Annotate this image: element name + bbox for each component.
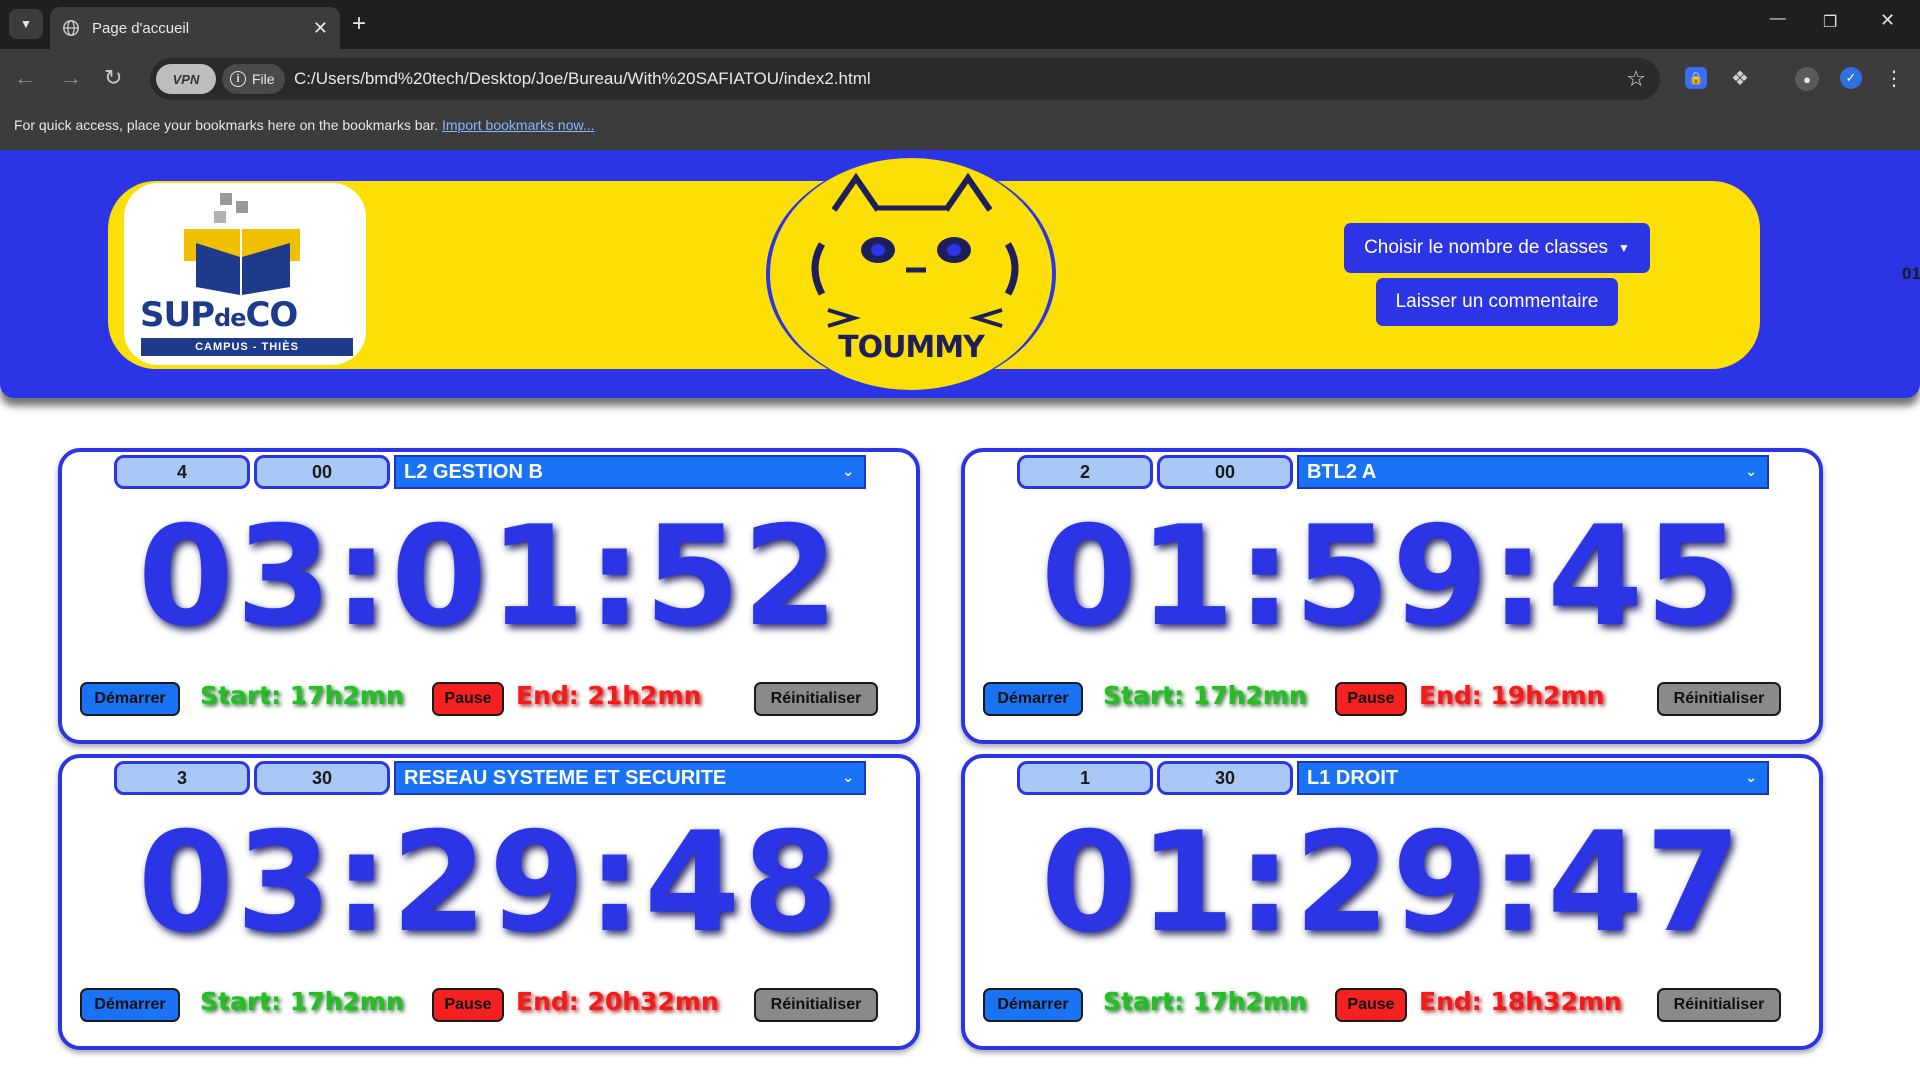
timer-card: 4 00 L2 GESTION B ⌄ 03:01:52 Démarrer St… xyxy=(58,448,920,744)
class-select[interactable]: BTL2 A ⌄ xyxy=(1297,455,1769,489)
end-time-label: End: 21h2mn xyxy=(516,681,702,710)
tab-title: Page d'accueil xyxy=(92,19,190,37)
minimize-icon[interactable]: — xyxy=(1770,10,1786,28)
class-select[interactable]: L2 GESTION B ⌄ xyxy=(394,455,866,489)
hours-input[interactable]: 1 xyxy=(1017,761,1153,795)
pause-button[interactable]: Pause xyxy=(432,988,504,1022)
start-button[interactable]: Démarrer xyxy=(80,682,180,716)
caret-down-icon: ▼ xyxy=(1618,241,1630,255)
address-bar[interactable]: VPN i File C:/Users/bmd%20tech/Desktop/J… xyxy=(150,58,1660,100)
logo-sup: SUP xyxy=(140,295,215,335)
leave-comment-button[interactable]: Laisser un commentaire xyxy=(1376,278,1618,326)
info-icon: i xyxy=(230,71,246,87)
toummy-wordmark: TOUMMY xyxy=(838,330,985,365)
browser-tab[interactable]: Page d'accueil ✕ xyxy=(50,7,340,49)
chevron-down-icon: ⌄ xyxy=(842,463,854,479)
start-time-label: Start: 17h2mn xyxy=(1103,987,1307,1016)
clock-display: 01:19 xyxy=(1902,264,1920,283)
countdown-display: 03:29:48 xyxy=(137,802,841,963)
bookmarks-hint: For quick access, place your bookmarks h… xyxy=(14,117,439,133)
class-select-value: L1 DROIT xyxy=(1307,766,1399,789)
logo-co: CO xyxy=(245,295,298,335)
restore-icon[interactable]: ❐ xyxy=(1823,12,1837,32)
file-label: File xyxy=(252,71,275,87)
class-select[interactable]: RESEAU SYSTEME ET SECURITE ⌄ xyxy=(394,761,866,795)
site-info-chip[interactable]: i File xyxy=(222,64,285,94)
hours-input[interactable]: 3 xyxy=(114,761,250,795)
vpn-badge[interactable]: VPN xyxy=(156,64,216,94)
reset-button[interactable]: Réinitialiser xyxy=(1657,682,1781,716)
class-select-value: BTL2 A xyxy=(1307,460,1377,483)
bookmark-star-icon[interactable]: ☆ xyxy=(1626,66,1646,92)
timer-card: 1 30 L1 DROIT ⌄ 01:29:47 Démarrer Start:… xyxy=(961,754,1823,1050)
forward-arrow-icon[interactable]: → xyxy=(60,65,82,91)
minutes-input[interactable]: 00 xyxy=(254,455,390,489)
url-text[interactable]: C:/Users/bmd%20tech/Desktop/Joe/Bureau/W… xyxy=(294,69,871,89)
new-tab-button[interactable]: + xyxy=(352,11,366,37)
supdeco-logo: SUPdeCO CAMPUS - THIÈS xyxy=(124,183,366,365)
start-time-label: Start: 17h2mn xyxy=(1103,681,1307,710)
choose-classes-label: Choisir le nombre de classes xyxy=(1364,237,1609,258)
countdown-display: 01:29:47 xyxy=(1040,802,1744,963)
start-time-label: Start: 17h2mn xyxy=(200,987,404,1016)
start-button[interactable]: Démarrer xyxy=(983,988,1083,1022)
end-time-label: End: 18h32mn xyxy=(1419,987,1622,1016)
reload-icon[interactable]: ↻ xyxy=(104,65,122,91)
minutes-input[interactable]: 30 xyxy=(1157,761,1293,795)
toummy-logo: TOUMMY xyxy=(766,158,1056,390)
password-manager-icon[interactable]: 🔒 xyxy=(1685,67,1707,89)
bookmarks-bar: For quick access, place your bookmarks h… xyxy=(0,109,1920,150)
extensions-icon[interactable]: ❖ xyxy=(1729,67,1751,90)
hours-input[interactable]: 4 xyxy=(114,455,250,489)
kebab-menu-icon[interactable]: ⋮ xyxy=(1883,67,1905,90)
start-time-label: Start: 17h2mn xyxy=(200,681,404,710)
browser-toolbar: ← → ↻ VPN i File C:/Users/bmd%20tech/Des… xyxy=(0,49,1920,109)
logo-de: de xyxy=(214,304,246,332)
class-select-value: L2 GESTION B xyxy=(404,460,543,483)
reset-button[interactable]: Réinitialiser xyxy=(754,988,878,1022)
timer-card: 3 30 RESEAU SYSTEME ET SECURITE ⌄ 03:29:… xyxy=(58,754,920,1050)
globe-icon xyxy=(63,20,79,36)
countdown-display: 01:59:45 xyxy=(1040,496,1744,657)
class-select-value: RESEAU SYSTEME ET SECURITE xyxy=(404,766,727,789)
logo-wordmark: SUPdeCO xyxy=(140,295,298,335)
window-close-icon[interactable]: ✕ xyxy=(1880,10,1895,31)
shield-check-icon[interactable]: ✓ xyxy=(1840,67,1862,89)
hours-input[interactable]: 2 xyxy=(1017,455,1153,489)
chevron-down-icon: ⌄ xyxy=(842,769,854,785)
minutes-input[interactable]: 30 xyxy=(254,761,390,795)
browser-tabstrip: ▼ Page d'accueil ✕ + — ❐ ✕ xyxy=(0,0,1920,49)
choose-classes-dropdown[interactable]: Choisir le nombre de classes ▼ xyxy=(1344,223,1650,273)
end-time-label: End: 19h2mn xyxy=(1419,681,1605,710)
reset-button[interactable]: Réinitialiser xyxy=(1657,988,1781,1022)
end-time-label: End: 20h32mn xyxy=(516,987,719,1016)
close-icon[interactable]: ✕ xyxy=(313,19,328,37)
pause-button[interactable]: Pause xyxy=(1335,682,1407,716)
countdown-display: 03:01:52 xyxy=(137,496,841,657)
start-button[interactable]: Démarrer xyxy=(983,682,1083,716)
profile-icon[interactable]: ● xyxy=(1795,67,1819,91)
timer-card: 2 00 BTL2 A ⌄ 01:59:45 Démarrer Start: 1… xyxy=(961,448,1823,744)
chevron-down-icon: ⌄ xyxy=(1745,463,1757,479)
tab-search-button[interactable]: ▼ xyxy=(9,9,43,39)
pause-button[interactable]: Pause xyxy=(1335,988,1407,1022)
start-button[interactable]: Démarrer xyxy=(80,988,180,1022)
page-content: SUPdeCO CAMPUS - THIÈS TOUMMY Choisir le… xyxy=(0,150,1920,1080)
pause-button[interactable]: Pause xyxy=(432,682,504,716)
chevron-down-icon: ▼ xyxy=(20,17,32,31)
reset-button[interactable]: Réinitialiser xyxy=(754,682,878,716)
class-select[interactable]: L1 DROIT ⌄ xyxy=(1297,761,1769,795)
page-header: SUPdeCO CAMPUS - THIÈS TOUMMY Choisir le… xyxy=(0,150,1920,398)
import-bookmarks-link[interactable]: Import bookmarks now... xyxy=(442,117,595,133)
chevron-down-icon: ⌄ xyxy=(1745,769,1757,785)
logo-campus: CAMPUS - THIÈS xyxy=(141,338,353,356)
back-arrow-icon[interactable]: ← xyxy=(14,65,36,91)
minutes-input[interactable]: 00 xyxy=(1157,455,1293,489)
